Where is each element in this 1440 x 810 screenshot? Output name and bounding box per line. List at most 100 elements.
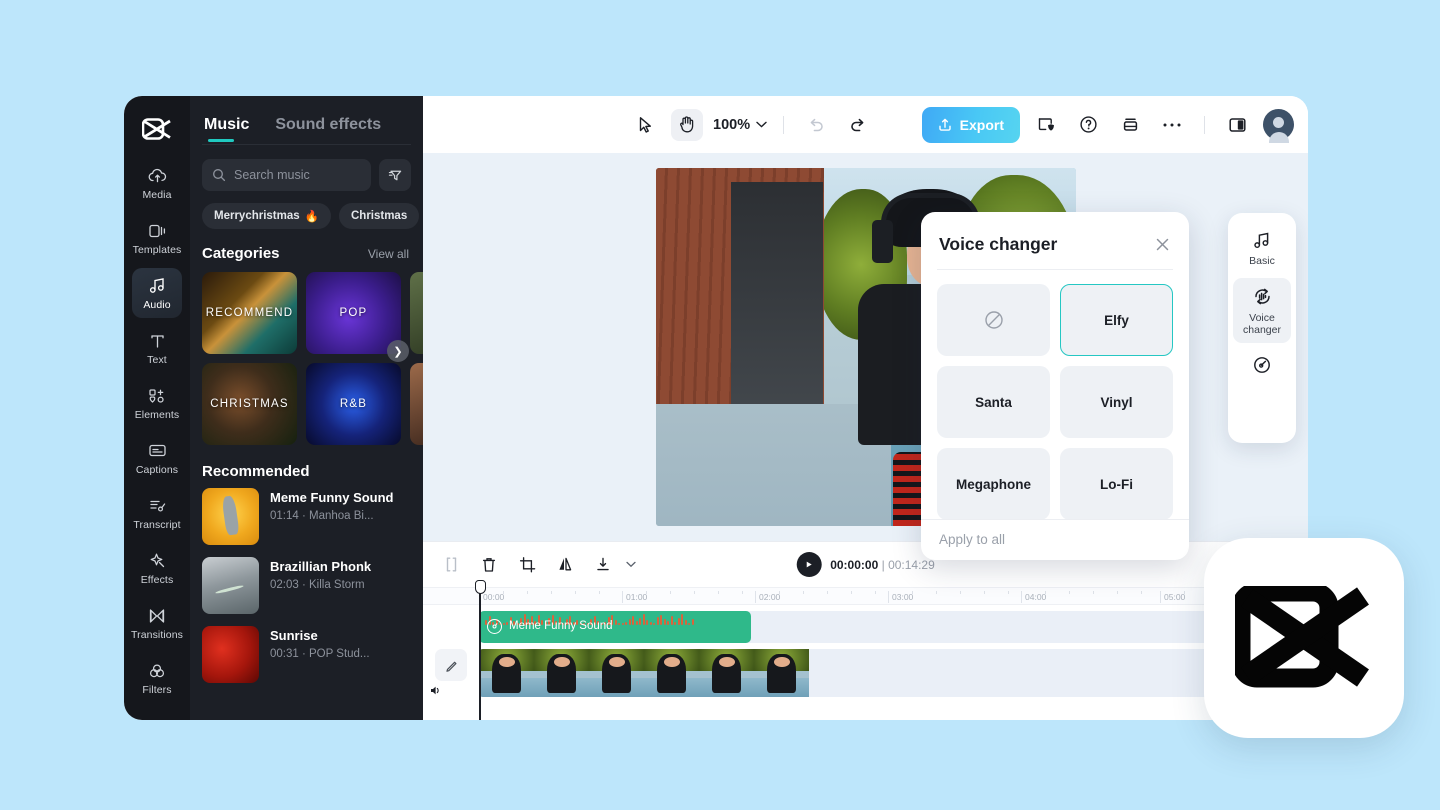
sidebar-item-transcript[interactable]: Transcript	[132, 488, 182, 538]
search-icon	[212, 168, 226, 182]
category-tile[interactable]: CHRISTMAS	[202, 363, 297, 445]
voice-option-lofi[interactable]: Lo-Fi	[1060, 448, 1173, 519]
tool-basic[interactable]: Basic	[1233, 223, 1291, 274]
cursor-arrow-icon[interactable]	[629, 109, 661, 141]
chevron-down-icon	[756, 121, 767, 128]
voice-option-vinyl[interactable]: Vinyl	[1060, 366, 1173, 438]
list-item[interactable]: Brazillian Phonk 02:03 · Killa Storm	[202, 557, 423, 614]
chevron-right-icon[interactable]: ❯	[387, 340, 409, 362]
hand-grab-icon[interactable]	[671, 108, 703, 141]
question-circle-icon[interactable]	[1072, 109, 1104, 141]
ruler-label: 01:00	[622, 591, 647, 603]
playhead[interactable]	[474, 580, 486, 720]
shield-screen-icon[interactable]	[1030, 109, 1062, 141]
chip-christmas[interactable]: Christmas	[338, 203, 420, 229]
video-track[interactable]	[479, 649, 1302, 697]
sidebar-item-elements[interactable]: Elements	[132, 378, 182, 428]
categories-column: POP R&B	[306, 272, 401, 445]
transcript-icon	[147, 496, 167, 516]
user-avatar-icon[interactable]	[1263, 109, 1294, 143]
play-icon[interactable]	[796, 552, 822, 577]
audio-track[interactable]: Meme Funny Sound	[479, 611, 1302, 643]
category-tile[interactable]	[410, 363, 423, 445]
delete-trash-icon[interactable]	[477, 553, 501, 577]
voice-option-santa[interactable]: Santa	[937, 366, 1050, 438]
voice-option-label: Megaphone	[955, 476, 1031, 492]
fire-emoji-icon: 🔥	[304, 211, 319, 223]
ruler-label: 03:00	[888, 591, 913, 603]
tool-voice-changer[interactable]: Voice changer	[1233, 278, 1291, 343]
sidebar-item-audio[interactable]: Audio	[132, 268, 182, 318]
audio-clip[interactable]: Meme Funny Sound	[479, 611, 751, 643]
timeline-ruler[interactable]: 00:00 01:00 02:00 03:00 04:00 05:00 06:0	[423, 587, 1308, 605]
more-dots-icon[interactable]	[1156, 109, 1188, 141]
categories-column: RECOMMEND CHRISTMAS	[202, 272, 297, 445]
video-thumbnail	[644, 649, 699, 697]
none-prohibited-icon	[983, 309, 1005, 331]
elements-icon	[147, 386, 167, 406]
sidebar-item-transitions[interactable]: Transitions	[131, 598, 183, 648]
split-clip-icon[interactable]	[439, 553, 463, 577]
crop-icon[interactable]	[515, 553, 539, 577]
sidebar-item-templates[interactable]: Templates	[132, 213, 182, 263]
category-tile[interactable]: RECOMMEND	[202, 272, 297, 354]
apply-to-all-button[interactable]: Apply to all	[939, 532, 1005, 547]
tab-sound-effects[interactable]: Sound effects	[275, 116, 381, 144]
timeline-tracks: Meme Funny Sound	[423, 580, 1308, 720]
sidebar-item-label: Filters	[142, 683, 172, 696]
list-item[interactable]: Meme Funny Sound 01:14 · Manhoa Bi...	[202, 488, 423, 545]
speaker-icon[interactable]	[423, 681, 447, 699]
stack-icon[interactable]	[1114, 109, 1146, 141]
sidebar-item-captions[interactable]: Captions	[132, 433, 182, 483]
recommended-list: Meme Funny Sound 01:14 · Manhoa Bi... Br…	[190, 480, 423, 683]
category-tile[interactable]: R&B	[306, 363, 401, 445]
chip-label: Christmas	[350, 210, 408, 222]
redo-icon[interactable]	[842, 109, 874, 141]
timeline-playback-group: 00:00:00 | 00:14:29	[796, 552, 935, 577]
track-name: Meme Funny Sound	[270, 490, 394, 505]
export-button[interactable]: Export	[921, 106, 1020, 143]
ruler-label: 02:00	[755, 591, 780, 603]
tool-speed[interactable]	[1233, 347, 1291, 387]
toolbar-divider	[1204, 115, 1205, 134]
recommended-title: Recommended	[202, 463, 310, 480]
categories-view-all[interactable]: View all	[368, 247, 409, 261]
sidebar-item-filters[interactable]: Filters	[132, 653, 182, 703]
categories-title: Categories	[202, 245, 280, 262]
voice-changer-popup: Voice changer Elfy Santa Vinyl Megaphone…	[921, 212, 1189, 560]
list-item[interactable]: Sunrise 00:31 · POP Stud...	[202, 626, 423, 683]
captions-icon	[147, 441, 167, 461]
undo-icon[interactable]	[800, 109, 832, 141]
zoom-level-selector[interactable]: 100%	[713, 117, 767, 133]
export-button-label: Export	[959, 116, 1004, 133]
category-tile[interactable]: POP	[306, 272, 401, 354]
mirror-flip-icon[interactable]	[553, 553, 577, 577]
sidebar-item-text[interactable]: Text	[132, 323, 182, 373]
close-x-icon[interactable]	[1154, 236, 1171, 253]
sidebar-item-media[interactable]: Media	[132, 158, 182, 208]
chip-merrychristmas[interactable]: Merrychristmas 🔥	[202, 203, 331, 229]
video-clip[interactable]	[479, 649, 809, 697]
video-thumbnail	[589, 649, 644, 697]
playhead-handle[interactable]	[474, 580, 486, 594]
download-icon[interactable]	[591, 553, 615, 577]
ruler-label: 04:00	[1021, 591, 1046, 603]
voice-option-elfy[interactable]: Elfy	[1060, 284, 1173, 356]
chevron-down-icon[interactable]	[619, 553, 643, 577]
total-duration: 00:14:29	[888, 557, 935, 572]
filter-icon[interactable]	[379, 159, 411, 191]
search-placeholder: Search music	[234, 168, 310, 182]
music-note-icon	[1252, 231, 1272, 250]
main-area: 100% Export Basic Voice changer Voice ch…	[423, 96, 1308, 720]
capcut-logo-icon[interactable]	[134, 106, 180, 152]
audio-panel: Music Sound effects Search music Merrych…	[190, 96, 423, 720]
voice-changer-header: Voice changer	[921, 212, 1189, 269]
voice-option-none[interactable]	[937, 284, 1050, 356]
split-panel-icon[interactable]	[1221, 109, 1253, 141]
effects-sparkle-icon	[147, 551, 167, 571]
search-input[interactable]: Search music	[202, 159, 371, 191]
voice-option-megaphone[interactable]: Megaphone	[937, 448, 1050, 519]
edit-pen-icon[interactable]	[435, 649, 467, 681]
category-tile[interactable]	[410, 272, 423, 354]
sidebar-item-effects[interactable]: Effects	[132, 543, 182, 593]
